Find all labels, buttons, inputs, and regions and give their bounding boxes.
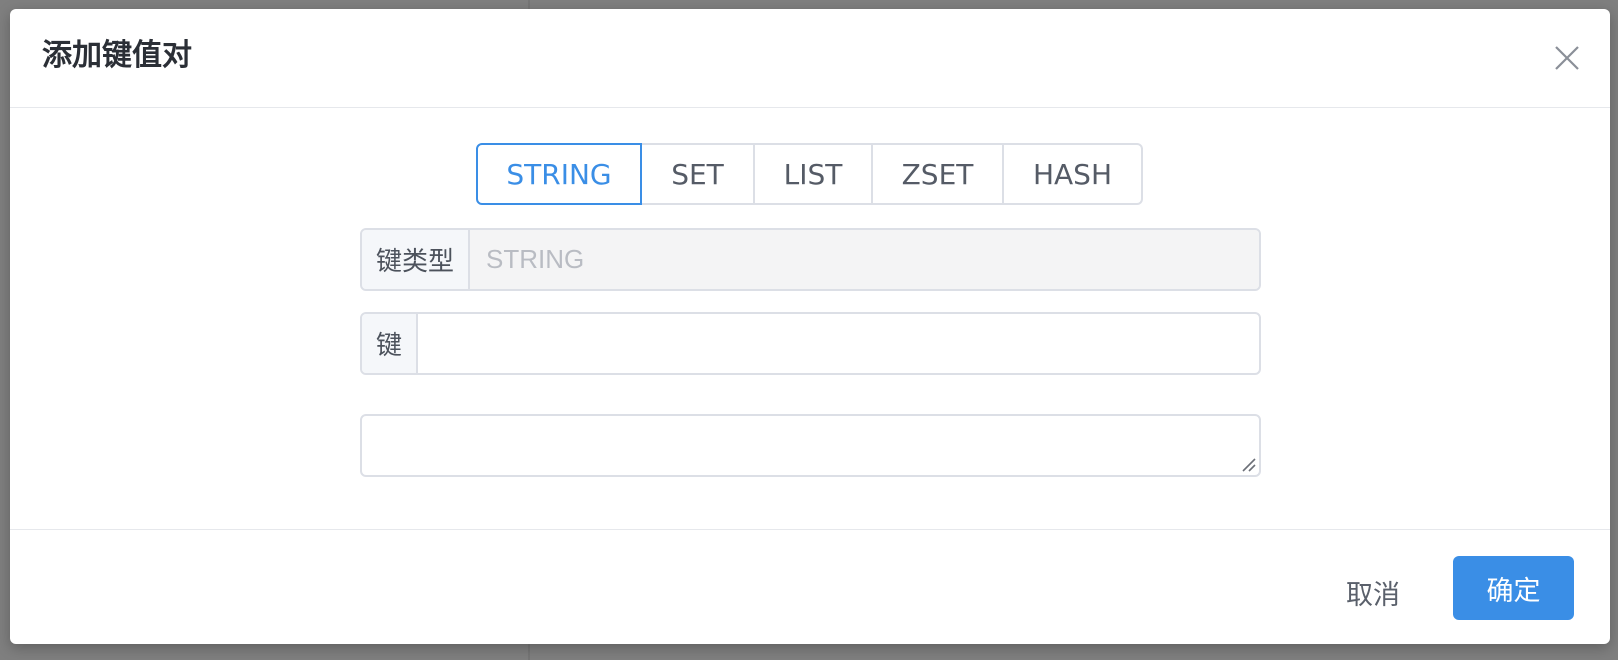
footer-divider bbox=[10, 529, 1610, 530]
cancel-button[interactable]: 取消 bbox=[1328, 562, 1418, 622]
close-icon[interactable] bbox=[1550, 41, 1584, 75]
add-key-value-dialog: 添加键值对 STRING SET LIST ZSET HASH 键类型 键 取消… bbox=[10, 9, 1610, 644]
tab-list[interactable]: LIST bbox=[755, 143, 873, 205]
key-field-group: 键 bbox=[360, 312, 1261, 375]
key-label: 键 bbox=[362, 314, 419, 373]
value-textarea-wrap bbox=[360, 414, 1261, 477]
key-type-input bbox=[470, 230, 1259, 289]
confirm-button[interactable]: 确定 bbox=[1453, 556, 1574, 620]
dialog-header: 添加键值对 bbox=[10, 9, 1610, 108]
tab-zset[interactable]: ZSET bbox=[873, 143, 1004, 205]
tab-string[interactable]: STRING bbox=[476, 143, 642, 205]
tab-set[interactable]: SET bbox=[642, 143, 755, 205]
resize-handle-icon[interactable] bbox=[1240, 456, 1256, 472]
value-textarea[interactable] bbox=[362, 416, 1259, 475]
key-type-tabs: STRING SET LIST ZSET HASH bbox=[476, 143, 1143, 207]
tab-hash[interactable]: HASH bbox=[1004, 143, 1143, 205]
key-type-label: 键类型 bbox=[362, 230, 471, 289]
dialog-title: 添加键值对 bbox=[42, 38, 192, 73]
key-type-field-group: 键类型 bbox=[360, 228, 1261, 291]
key-input[interactable] bbox=[418, 314, 1259, 373]
